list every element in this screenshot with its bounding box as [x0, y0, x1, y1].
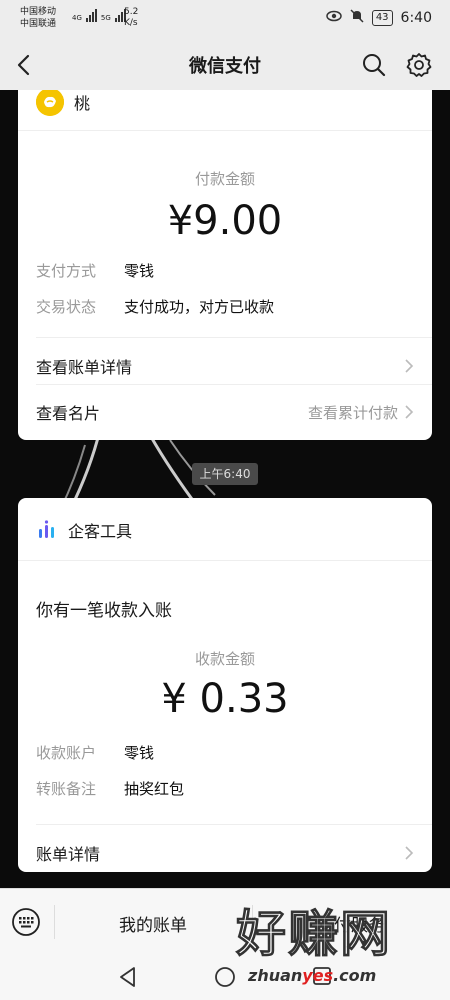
my-bills-menu[interactable]: 我的账单	[54, 911, 252, 936]
search-icon	[363, 54, 386, 77]
info-key: 交易状态	[36, 298, 97, 316]
divider	[18, 130, 432, 131]
view-card-row[interactable]: 查看名片 查看累计付款	[36, 400, 414, 424]
carrier-1: 中国移动	[20, 7, 57, 17]
divider	[36, 384, 432, 385]
net-speed-unit: K/s	[124, 18, 138, 28]
mute-bell-icon	[350, 9, 364, 27]
view-cumulative-label: 查看累计付款	[307, 403, 398, 422]
info-key: 支付方式	[36, 262, 97, 280]
receipt-card[interactable]: 企客工具 你有一笔收款入账 收款金额 ¥ 0.33 收款账户 零钱 转账备注 抽…	[18, 498, 432, 872]
message-text: 你有一笔收款入账	[36, 601, 172, 621]
info-key: 收款账户	[36, 744, 97, 762]
payment-card[interactable]: 桃 付款金额 ¥9.00 支付方式 零钱 交易状态 支付成功，对方已收款 查看账…	[18, 90, 432, 440]
source-name: 企客工具	[68, 522, 133, 541]
net-speed-value: 5.2	[124, 7, 139, 17]
watermark-url-suffix: .com	[333, 966, 377, 985]
info-value: 抽奖红包	[124, 780, 185, 798]
watermark-url: zhuanyes.com	[248, 966, 376, 985]
view-card-label: 查看名片	[36, 404, 101, 423]
amount-value: ¥9.00	[167, 198, 283, 244]
info-row: 交易状态 支付成功，对方已收款	[36, 296, 274, 317]
nav-back-icon[interactable]	[118, 966, 138, 988]
status-bar: 中国移动 中国联通 4G 5G 5.2 K/s 43 6:40	[0, 0, 450, 40]
chevron-right-icon	[405, 405, 414, 419]
message-timestamp: 上午6:40	[192, 463, 258, 485]
signal-icon: 4G 5G	[72, 8, 126, 22]
peach-logo-icon	[36, 90, 64, 116]
source-name: 桃	[74, 94, 91, 113]
network-type-2: 5G	[100, 14, 111, 22]
info-value: 支付成功，对方已收款	[124, 298, 275, 316]
carrier-info: 中国移动 中国联通	[20, 6, 56, 30]
divider	[36, 824, 432, 825]
amount-label: 付款金额	[194, 170, 255, 188]
network-type-1: 4G	[72, 14, 82, 22]
qike-tool-icon	[36, 519, 58, 541]
divider	[18, 560, 432, 561]
keyboard-button[interactable]	[11, 907, 41, 937]
info-row: 收款账户 零钱	[36, 742, 154, 763]
net-speed: 5.2 K/s	[124, 7, 138, 29]
chevron-right-icon	[405, 846, 414, 860]
chevron-right-icon	[405, 359, 414, 373]
bill-detail-label: 账单详情	[36, 845, 101, 864]
amount-value: ¥ 0.33	[161, 676, 289, 722]
view-bill-detail-row[interactable]: 查看账单详情	[36, 354, 414, 378]
bill-detail-row[interactable]: 账单详情	[36, 841, 414, 865]
info-key: 转账备注	[36, 780, 97, 798]
message-list[interactable]: 桃 付款金额 ¥9.00 支付方式 零钱 交易状态 支付成功，对方已收款 查看账…	[0, 90, 450, 888]
watermark-url-prefix: zhuan	[248, 966, 303, 985]
watermark-url-highlight: yes	[302, 966, 334, 985]
view-bill-detail-label: 查看账单详情	[36, 358, 133, 377]
settings-button[interactable]	[405, 51, 433, 79]
info-row: 转账备注 抽奖红包	[36, 778, 184, 799]
clock: 6:40	[400, 10, 432, 26]
nav-home-icon[interactable]	[214, 966, 236, 988]
card-source: 桃	[36, 90, 90, 116]
search-button[interactable]	[360, 51, 388, 79]
amount-label: 收款金额	[194, 650, 255, 668]
carrier-2: 中国联通	[20, 19, 57, 29]
info-value: 零钱	[124, 744, 155, 762]
keyboard-icon	[12, 908, 40, 936]
info-row: 支付方式 零钱	[36, 260, 154, 281]
battery-icon: 43	[371, 10, 393, 26]
app-header: 微信支付	[0, 40, 450, 90]
eye-icon	[326, 10, 342, 26]
card-source: 企客工具	[36, 518, 132, 542]
divider	[36, 337, 432, 338]
info-value: 零钱	[124, 262, 155, 280]
gear-icon	[406, 53, 432, 77]
